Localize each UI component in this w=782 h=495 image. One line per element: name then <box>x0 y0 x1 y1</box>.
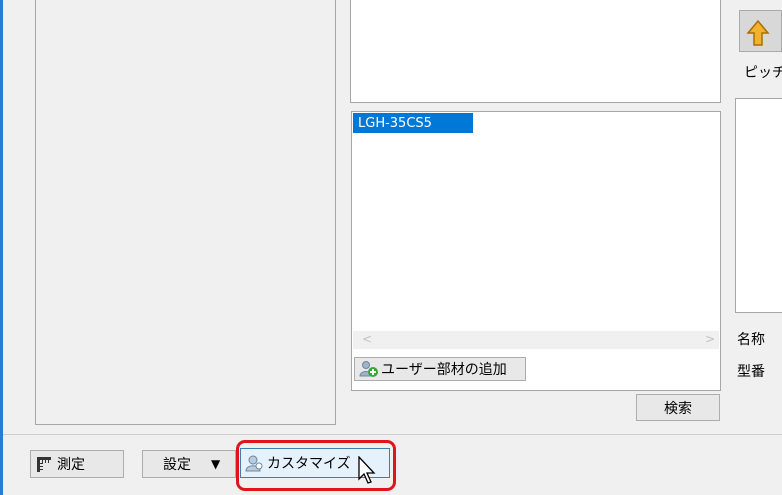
window-left-edge <box>0 0 3 495</box>
list-item[interactable]: LGH-35CS5 <box>353 113 473 133</box>
user-add-icon <box>359 360 379 378</box>
settings-label: 設定 <box>163 457 191 473</box>
horizontal-scrollbar[interactable]: < > <box>353 331 719 349</box>
settings-button[interactable]: 設定 ▼ <box>142 450 236 478</box>
measure-label: 測定 <box>57 457 85 473</box>
bottom-separator <box>3 434 782 435</box>
add-user-part-label: ユーザー部材の追加 <box>381 362 507 378</box>
highlight-annotation <box>236 440 396 491</box>
scroll-left-icon[interactable]: < <box>362 332 372 346</box>
search-button[interactable]: 検索 <box>636 394 720 421</box>
preview-panel <box>350 0 721 103</box>
pitch-icon[interactable] <box>739 10 782 52</box>
ruler-icon <box>35 455 53 473</box>
name-label: 名称 <box>737 332 765 348</box>
parts-list[interactable]: LGH-35CS5 < > ユーザー部材の追加 <box>351 111 721 391</box>
model-label: 型番 <box>737 364 765 380</box>
right-preview-panel <box>735 98 782 313</box>
left-panel <box>35 0 336 425</box>
dropdown-arrow-icon[interactable]: ▼ <box>211 457 220 471</box>
scroll-right-icon[interactable]: > <box>705 332 715 346</box>
add-user-part-button[interactable]: ユーザー部材の追加 <box>354 357 526 381</box>
pitch-label: ピッチ <box>744 65 782 81</box>
measure-button[interactable]: 測定 <box>30 450 124 478</box>
